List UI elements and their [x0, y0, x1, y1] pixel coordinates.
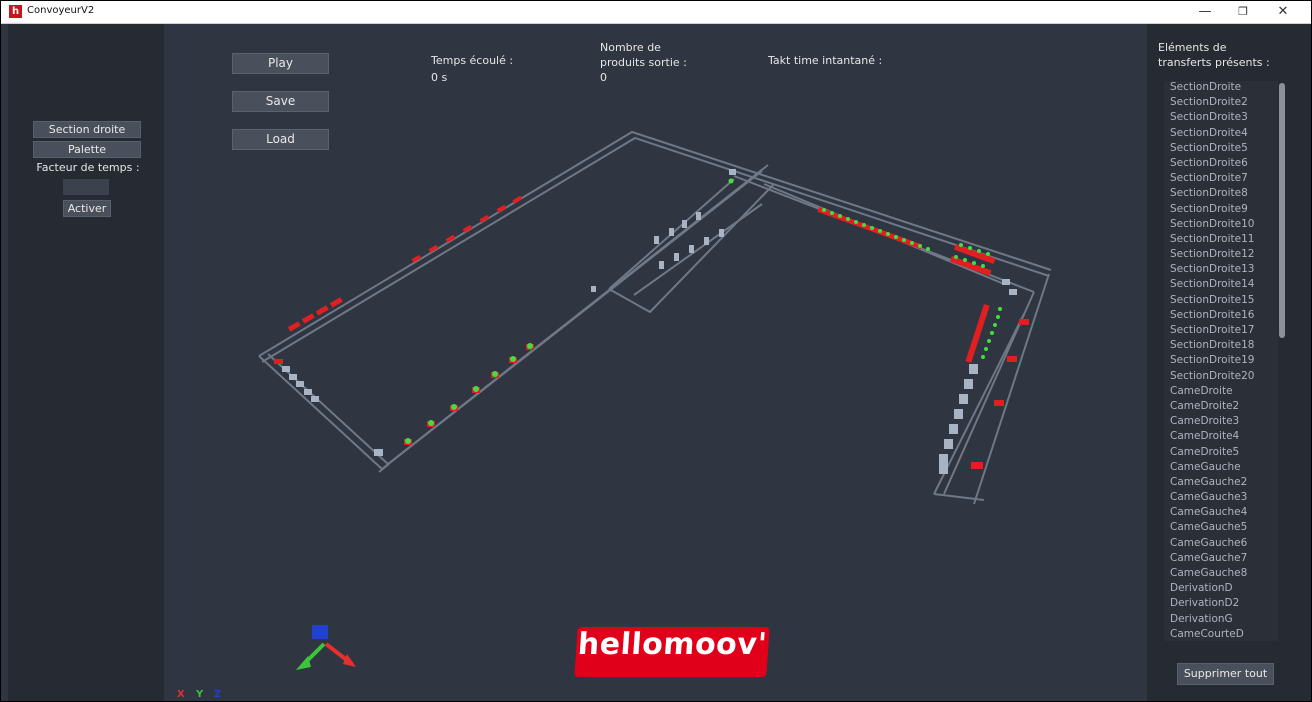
3d-viewport[interactable]: [164, 24, 1147, 701]
list-item[interactable]: SectionDroite9: [1164, 203, 1278, 218]
time-factor-input[interactable]: [63, 179, 109, 195]
restore-icon[interactable]: ❐: [1229, 3, 1257, 21]
takt-time-label: Takt time intantané :: [768, 54, 883, 67]
pallets: [274, 195, 1029, 469]
list-item[interactable]: SectionDroite15: [1164, 294, 1278, 309]
list-item[interactable]: CameGauche7: [1164, 552, 1278, 567]
window-title: ConvoyeurV2: [27, 5, 95, 16]
app-window: h ConvoyeurV2 — ❐ ✕ Section droite Palet…: [0, 0, 1312, 702]
list-item[interactable]: CameDroite4: [1164, 430, 1278, 445]
products-out-label-line1: Nombre de: [600, 41, 661, 54]
list-item[interactable]: CameGauche4: [1164, 506, 1278, 521]
hellomoov-logo: hellomoov': [574, 627, 770, 677]
transfer-modules: [282, 169, 1017, 474]
list-item[interactable]: SectionDroite10: [1164, 218, 1278, 233]
list-item[interactable]: SectionDroite3: [1164, 111, 1278, 126]
list-item[interactable]: SectionDroite19: [1164, 354, 1278, 369]
list-item[interactable]: SectionDroite18: [1164, 339, 1278, 354]
elapsed-time-label: Temps écoulé :: [431, 54, 514, 67]
products: [405, 178, 1002, 444]
section-droite-button[interactable]: Section droite: [33, 121, 141, 138]
minimize-icon[interactable]: —: [1191, 3, 1219, 21]
logo-text: hellomoov': [576, 627, 769, 662]
axis-y-label: Y: [196, 689, 204, 700]
delete-all-button[interactable]: Supprimer tout: [1177, 663, 1274, 685]
list-item[interactable]: SectionDroite4: [1164, 127, 1278, 142]
list-item[interactable]: CameCourteD: [1164, 628, 1278, 641]
list-item[interactable]: SectionDroite6: [1164, 157, 1278, 172]
list-item[interactable]: DerivationD2: [1164, 597, 1278, 612]
list-item[interactable]: DerivationG: [1164, 613, 1278, 628]
elapsed-time-value: 0 s: [431, 71, 448, 84]
list-item[interactable]: SectionDroite2: [1164, 96, 1278, 111]
list-item[interactable]: SectionDroite12: [1164, 248, 1278, 263]
activate-button[interactable]: Activer: [63, 200, 111, 217]
transfer-elements-list[interactable]: SectionDroite SectionDroite2 SectionDroite…: [1164, 81, 1278, 641]
list-item[interactable]: CameDroite3: [1164, 415, 1278, 430]
list-item[interactable]: SectionDroite14: [1164, 278, 1278, 293]
axis-z-label: Z: [214, 689, 222, 700]
list-item[interactable]: SectionDroite20: [1164, 370, 1278, 385]
list-item[interactable]: SectionDroite13: [1164, 263, 1278, 278]
products-out-label-line2: produits sortie :: [600, 56, 687, 69]
app-icon: h: [9, 5, 22, 18]
palette-button[interactable]: Palette: [33, 141, 141, 158]
list-item[interactable]: CameDroite5: [1164, 446, 1278, 461]
conveyor-rails: [258, 130, 1052, 505]
transfer-elements-header-line1: Eléments de: [1158, 41, 1227, 54]
list-item[interactable]: SectionDroite17: [1164, 324, 1278, 339]
list-item[interactable]: CameGauche8: [1164, 567, 1278, 582]
list-item[interactable]: SectionDroite5: [1164, 142, 1278, 157]
list-item[interactable]: CameDroite2: [1164, 400, 1278, 415]
list-item[interactable]: CameGauche5: [1164, 521, 1278, 536]
transfer-elements-header-line2: transferts présents :: [1158, 56, 1270, 69]
list-item[interactable]: SectionDroite8: [1164, 187, 1278, 202]
time-factor-label: Facteur de temps :: [36, 161, 140, 174]
save-button[interactable]: Save: [232, 91, 329, 112]
list-item[interactable]: CameGauche2: [1164, 476, 1278, 491]
title-bar: h ConvoyeurV2 — ❐ ✕: [1, 1, 1311, 24]
load-button[interactable]: Load: [232, 129, 329, 150]
list-item[interactable]: CameGauche6: [1164, 537, 1278, 552]
list-item[interactable]: CameGauche3: [1164, 491, 1278, 506]
play-button[interactable]: Play: [232, 53, 329, 74]
list-item[interactable]: SectionDroite: [1164, 81, 1278, 96]
list-item[interactable]: SectionDroite11: [1164, 233, 1278, 248]
list-scrollbar[interactable]: [1279, 83, 1285, 338]
list-item[interactable]: SectionDroite7: [1164, 172, 1278, 187]
list-item[interactable]: DerivationD: [1164, 582, 1278, 597]
close-icon[interactable]: ✕: [1269, 3, 1297, 21]
list-item[interactable]: SectionDroite16: [1164, 309, 1278, 324]
list-item[interactable]: CameDroite: [1164, 385, 1278, 400]
conveyor-scene: [258, 130, 1052, 670]
axis-gizmo: [296, 625, 356, 670]
products-out-value: 0: [600, 71, 607, 84]
list-item[interactable]: CameGauche: [1164, 461, 1278, 476]
axis-x-label: X: [177, 689, 185, 700]
